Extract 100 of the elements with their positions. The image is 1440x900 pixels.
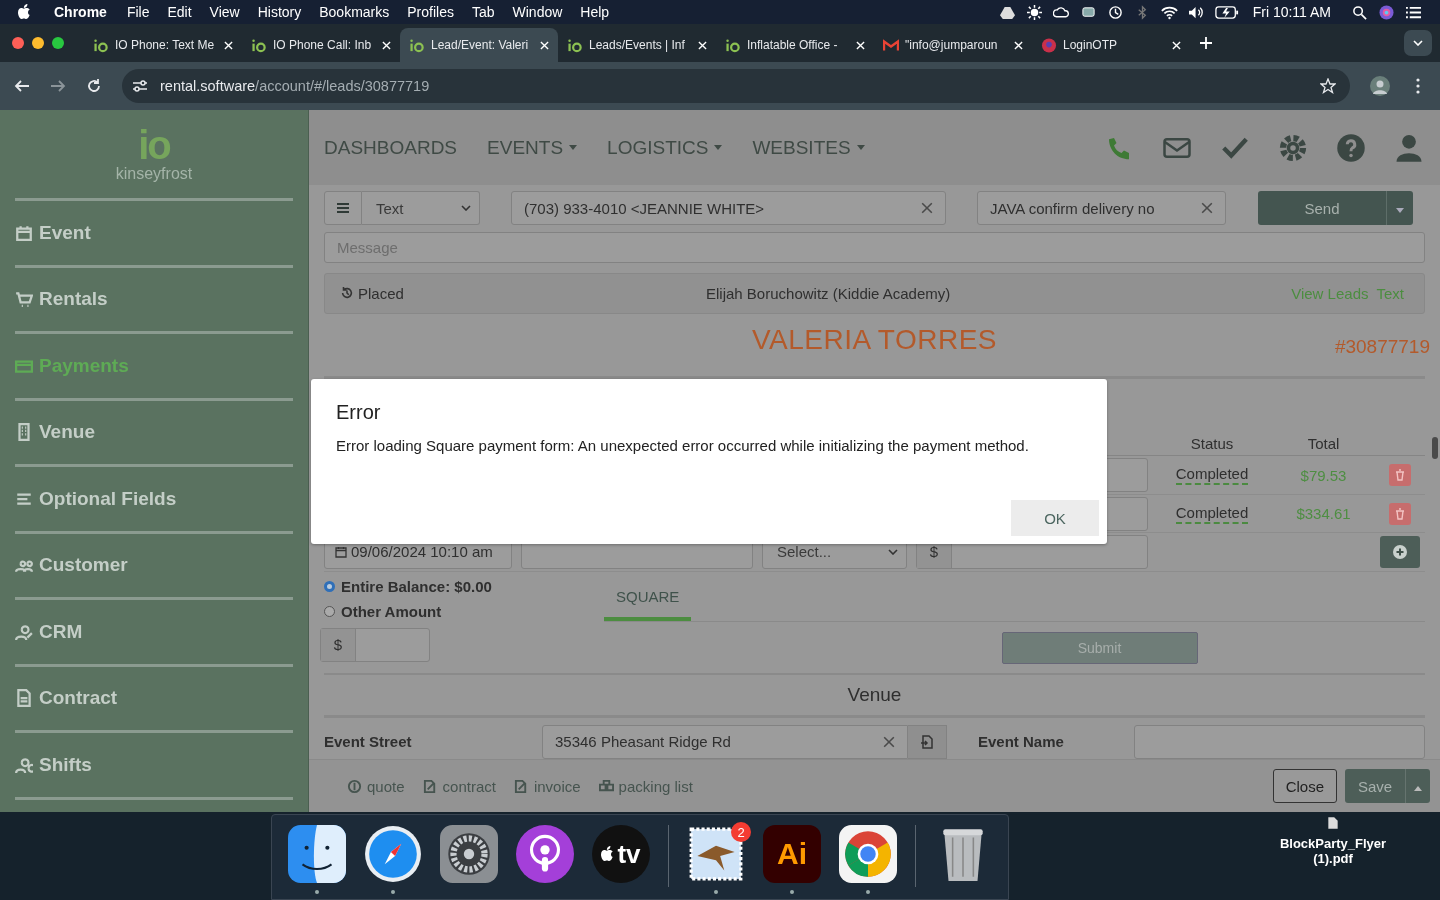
tv-app-icon[interactable]: tv (592, 825, 650, 883)
dollar-icon[interactable] (347, 778, 362, 794)
tab[interactable]: SQUARE (604, 577, 692, 621)
option-label[interactable]: Entire Balance: $0.00 (341, 577, 492, 595)
nav-link[interactable]: LOGISTICS (607, 136, 723, 159)
sidebar-item[interactable]: Customer (15, 533, 293, 597)
street-field[interactable]: 35346 Pheasant Ridge Rd (542, 724, 908, 759)
import-button[interactable] (908, 724, 947, 759)
recipient-field[interactable]: (703) 933-4010 <JEANNIE WHITE> (511, 191, 946, 225)
document-icon[interactable] (1327, 816, 1339, 830)
menu-item[interactable]: Window (512, 4, 563, 20)
back-icon[interactable] (14, 78, 30, 94)
stamp-icon[interactable] (687, 825, 745, 883)
user-icon[interactable] (1394, 132, 1424, 163)
document-link[interactable]: contract (442, 777, 496, 795)
close-icon[interactable] (1172, 40, 1181, 50)
help-icon[interactable] (1336, 132, 1366, 163)
message-type-select[interactable]: Text (362, 191, 480, 225)
sidebar-item[interactable]: CRM (15, 600, 293, 664)
menu-item[interactable]: Profiles (407, 4, 454, 20)
wifi-icon[interactable] (1160, 4, 1178, 20)
close-icon[interactable] (856, 40, 865, 50)
menu-item[interactable]: Edit (167, 4, 192, 20)
chrome-icon[interactable] (839, 825, 897, 883)
minimize-window-button[interactable] (32, 37, 44, 49)
browser-tab[interactable]: Inflatable Office - (716, 28, 874, 62)
save-button[interactable]: Save (1345, 769, 1405, 803)
status-text[interactable]: Completed (1175, 465, 1249, 486)
browser-tab[interactable]: Lead/Event: Valeri (400, 28, 558, 62)
battery-icon[interactable] (1214, 4, 1239, 20)
menu-item[interactable]: Help (580, 4, 610, 20)
boxes-icon[interactable] (598, 778, 614, 794)
clear-icon[interactable] (921, 202, 933, 214)
close-icon[interactable] (224, 40, 233, 50)
option-label[interactable]: Other Amount (341, 602, 442, 620)
ok-button[interactable]: OK (1011, 500, 1099, 536)
podcast-icon[interactable] (516, 825, 574, 883)
scrollbar-thumb[interactable] (1432, 437, 1438, 459)
close-icon[interactable] (382, 40, 391, 50)
profile-avatar-icon[interactable] (1370, 76, 1390, 96)
sidebar-item[interactable]: Optional Fields (15, 467, 293, 531)
menu-item[interactable]: Bookmarks (319, 4, 390, 20)
browser-tab[interactable]: IO Phone Call: Inb (242, 28, 400, 62)
save-options-button[interactable] (1405, 769, 1430, 803)
menu-item[interactable]: Tab (471, 4, 495, 20)
sidebar-item[interactable]: Venue (15, 400, 293, 464)
menu-item[interactable]: View (209, 4, 240, 20)
sidebar-item[interactable]: Contract (15, 666, 293, 730)
menu-clock[interactable]: Fri 10:11 AM (1252, 4, 1331, 20)
site-settings-icon[interactable] (132, 79, 148, 93)
apple-icon[interactable] (18, 4, 32, 20)
browser-tab[interactable]: IO Phone: Text Me (84, 28, 242, 62)
browser-tab[interactable]: Leads/Events | Inf (558, 28, 716, 62)
display-icon[interactable] (1079, 4, 1097, 20)
template-field[interactable]: JAVA confirm delivery no (977, 191, 1226, 225)
sidebar-item[interactable]: Event (15, 201, 293, 265)
zoom-window-button[interactable] (52, 37, 64, 49)
settings-icon[interactable] (440, 825, 498, 883)
reload-icon[interactable] (86, 78, 102, 94)
radio-button[interactable] (324, 605, 335, 617)
document-link[interactable]: quote (367, 777, 405, 795)
address-bar[interactable]: rental.software/account/#/leads/30877719 (122, 69, 1350, 103)
document-link[interactable]: invoice (533, 777, 581, 795)
clock-icon[interactable] (1106, 4, 1124, 20)
menu-item[interactable]: Chrome (54, 4, 107, 20)
radio-button[interactable] (324, 580, 335, 592)
menu-item[interactable]: History (257, 4, 302, 20)
tab-search-button[interactable] (1404, 30, 1432, 56)
menu-item[interactable]: File (126, 4, 150, 20)
sidebar-item[interactable]: Shifts (15, 733, 293, 797)
compass-icon[interactable] (364, 825, 422, 883)
finder-icon[interactable] (288, 825, 346, 883)
siri-icon[interactable] (1378, 4, 1395, 20)
control-center-icon[interactable] (1405, 4, 1422, 20)
search-icon[interactable] (1351, 4, 1368, 20)
file-name[interactable]: BlockParty_Flyer (1).pdf (1278, 836, 1388, 866)
document-link[interactable]: packing list (618, 777, 693, 795)
close-button[interactable]: Close (1272, 769, 1337, 803)
add-button[interactable] (1380, 535, 1420, 568)
event-name-field[interactable] (1134, 724, 1425, 759)
send-options-button[interactable] (1386, 191, 1413, 225)
new-tab-icon[interactable] (1200, 37, 1212, 49)
cloud-icon[interactable] (1052, 4, 1070, 20)
send-button[interactable]: Send (1258, 191, 1386, 225)
menu-button[interactable] (324, 191, 362, 225)
illustrator-icon[interactable]: Ai (763, 825, 821, 883)
nav-link[interactable]: EVENTS (487, 136, 578, 159)
close-icon[interactable] (540, 40, 549, 50)
star-icon[interactable] (1320, 78, 1336, 94)
amount-field[interactable]: $ (320, 627, 430, 662)
clear-icon[interactable] (1201, 202, 1213, 214)
browser-tab[interactable]: LoginOTP (1032, 28, 1190, 62)
sidebar-item[interactable]: Rentals (15, 267, 293, 331)
status-text[interactable]: Completed (1175, 503, 1249, 524)
close-icon[interactable] (698, 40, 707, 50)
close-window-button[interactable] (12, 37, 24, 49)
sun-icon[interactable] (1025, 4, 1043, 20)
clear-icon[interactable] (883, 735, 895, 748)
nav-link[interactable]: DASHBOARDS (324, 136, 458, 159)
nav-link[interactable]: WEBSITES (752, 136, 865, 159)
